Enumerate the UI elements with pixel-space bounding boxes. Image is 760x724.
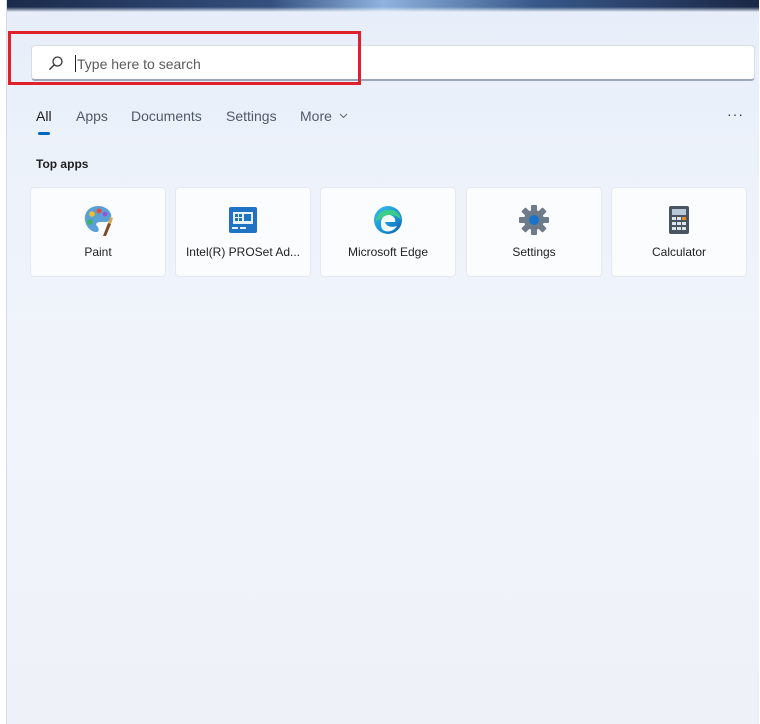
app-tile-label: Calculator (651, 245, 707, 259)
desktop-wallpaper-strip (7, 0, 759, 12)
gear-icon (519, 205, 549, 235)
tab-apps-label: Apps (76, 108, 108, 124)
app-tile-calculator[interactable]: Calculator (611, 187, 747, 277)
calculator-icon (669, 206, 689, 234)
tab-documents-label: Documents (131, 108, 202, 124)
app-tile-label: Settings (512, 245, 556, 259)
app-tile-label: Intel(R) PROSet Ad... (185, 245, 301, 259)
app-tile-label: Microsoft Edge (347, 245, 429, 259)
app-tile-label: Paint (84, 245, 112, 259)
tab-all[interactable]: All (36, 108, 52, 135)
app-tile-microsoft-edge[interactable]: Microsoft Edge (320, 187, 456, 277)
app-tile-settings[interactable]: Settings (466, 187, 602, 277)
tab-more[interactable]: More (300, 108, 348, 124)
app-tile-intel-proset[interactable]: Intel(R) PROSet Ad... (175, 187, 311, 277)
tab-more-label: More (300, 108, 332, 124)
more-options-button[interactable]: ··· (727, 106, 744, 122)
top-apps-heading: Top apps (36, 157, 89, 171)
intel-proset-icon (229, 207, 257, 233)
app-tile-paint[interactable]: Paint (30, 187, 166, 277)
paint-palette-icon (84, 206, 113, 236)
tab-settings-label: Settings (226, 108, 277, 124)
active-tab-indicator (38, 132, 50, 135)
tab-all-label: All (36, 108, 52, 124)
chevron-down-icon (339, 113, 348, 119)
tab-apps[interactable]: Apps (76, 108, 108, 124)
tab-documents[interactable]: Documents (131, 108, 202, 124)
tab-settings[interactable]: Settings (226, 108, 277, 124)
start-search-panel: Type here to search All Apps Documents S… (6, 0, 759, 724)
search-highlight-box (8, 31, 361, 85)
edge-icon (374, 206, 402, 234)
